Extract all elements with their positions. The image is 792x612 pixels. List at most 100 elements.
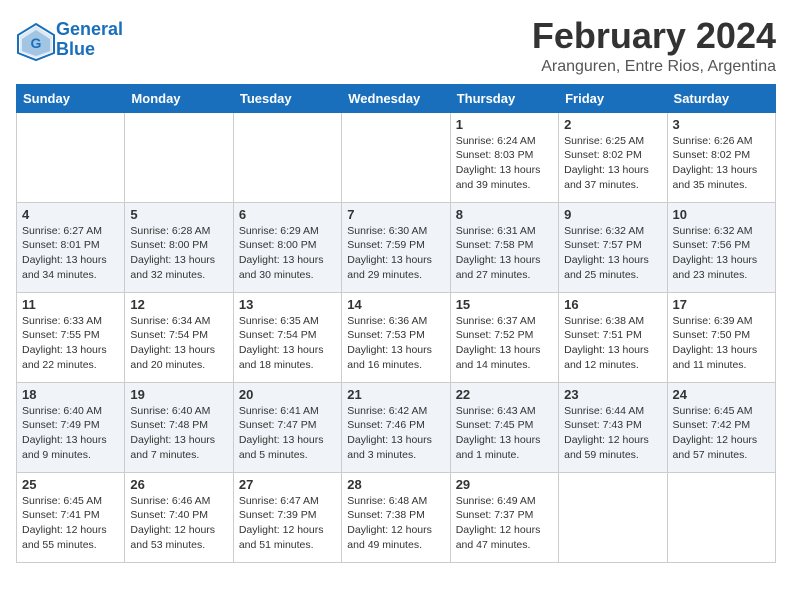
day-of-week-header: Thursday <box>450 84 558 112</box>
day-info: Sunrise: 6:45 AMSunset: 7:41 PMDaylight:… <box>22 494 119 553</box>
calendar-day-cell: 12 Sunrise: 6:34 AMSunset: 7:54 PMDayligh… <box>125 292 233 382</box>
day-number: 28 <box>347 477 444 492</box>
calendar-day-cell: 15 Sunrise: 6:37 AMSunset: 7:52 PMDayligh… <box>450 292 558 382</box>
day-number: 3 <box>673 117 770 132</box>
calendar-day-cell <box>559 472 667 562</box>
day-info: Sunrise: 6:32 AMSunset: 7:57 PMDaylight:… <box>564 224 661 283</box>
calendar-week-row: 4Sunrise: 6:27 AMSunset: 8:01 PMDaylight… <box>17 202 776 292</box>
calendar-day-cell: 14 Sunrise: 6:36 AMSunset: 7:53 PMDayligh… <box>342 292 450 382</box>
calendar-day-cell <box>17 112 125 202</box>
day-info: Sunrise: 6:48 AMSunset: 7:38 PMDaylight:… <box>347 494 444 553</box>
calendar-day-cell: 22 Sunrise: 6:43 AMSunset: 7:45 PMDayligh… <box>450 382 558 472</box>
day-number: 9 <box>564 207 661 222</box>
calendar-body: 1 Sunrise: 6:24 AMSunset: 8:03 PMDaylight… <box>17 112 776 562</box>
calendar-week-row: 25 Sunrise: 6:45 AMSunset: 7:41 PMDayligh… <box>17 472 776 562</box>
calendar-day-cell: 6 Sunrise: 6:29 AMSunset: 8:00 PMDaylight… <box>233 202 341 292</box>
day-info: Sunrise: 6:44 AMSunset: 7:43 PMDaylight:… <box>564 404 661 463</box>
calendar-day-cell: 19Sunrise: 6:40 AMSunset: 7:48 PMDayligh… <box>125 382 233 472</box>
calendar-day-cell: 23 Sunrise: 6:44 AMSunset: 7:43 PMDayligh… <box>559 382 667 472</box>
calendar-day-cell: 2Sunrise: 6:25 AMSunset: 8:02 PMDaylight… <box>559 112 667 202</box>
calendar-day-cell: 3 Sunrise: 6:26 AMSunset: 8:02 PMDaylight… <box>667 112 775 202</box>
day-info: Sunrise: 6:43 AMSunset: 7:45 PMDaylight:… <box>456 404 553 463</box>
day-info: Sunrise: 6:30 AMSunset: 7:59 PMDaylight:… <box>347 224 444 283</box>
day-number: 14 <box>347 297 444 312</box>
calendar-week-row: 11 Sunrise: 6:33 AMSunset: 7:55 PMDayligh… <box>17 292 776 382</box>
day-number: 12 <box>130 297 227 312</box>
day-info: Sunrise: 6:42 AMSunset: 7:46 PMDaylight:… <box>347 404 444 463</box>
day-number: 15 <box>456 297 553 312</box>
calendar-day-cell: 10 Sunrise: 6:32 AMSunset: 7:56 PMDayligh… <box>667 202 775 292</box>
day-number: 10 <box>673 207 770 222</box>
calendar-day-cell: 16Sunrise: 6:38 AMSunset: 7:51 PMDayligh… <box>559 292 667 382</box>
day-number: 5 <box>130 207 227 222</box>
day-info: Sunrise: 6:46 AMSunset: 7:40 PMDaylight:… <box>130 494 227 553</box>
calendar-day-cell <box>233 112 341 202</box>
calendar-day-cell <box>667 472 775 562</box>
calendar-day-cell: 13Sunrise: 6:35 AMSunset: 7:54 PMDayligh… <box>233 292 341 382</box>
day-number: 29 <box>456 477 553 492</box>
day-info: Sunrise: 6:33 AMSunset: 7:55 PMDaylight:… <box>22 314 119 373</box>
day-info: Sunrise: 6:37 AMSunset: 7:52 PMDaylight:… <box>456 314 553 373</box>
day-of-week-header: Tuesday <box>233 84 341 112</box>
day-number: 6 <box>239 207 336 222</box>
day-info: Sunrise: 6:26 AMSunset: 8:02 PMDaylight:… <box>673 134 770 193</box>
day-of-week-header: Sunday <box>17 84 125 112</box>
day-info: Sunrise: 6:34 AMSunset: 7:54 PMDaylight:… <box>130 314 227 373</box>
calendar-day-cell <box>125 112 233 202</box>
day-number: 24 <box>673 387 770 402</box>
day-number: 13 <box>239 297 336 312</box>
logo: G General Blue <box>16 20 123 60</box>
calendar-day-cell: 7 Sunrise: 6:30 AMSunset: 7:59 PMDaylight… <box>342 202 450 292</box>
month-title: February 2024 <box>532 16 776 56</box>
day-info: Sunrise: 6:32 AMSunset: 7:56 PMDaylight:… <box>673 224 770 283</box>
calendar-day-cell: 27Sunrise: 6:47 AMSunset: 7:39 PMDayligh… <box>233 472 341 562</box>
day-info: Sunrise: 6:49 AMSunset: 7:37 PMDaylight:… <box>456 494 553 553</box>
calendar-day-cell: 5Sunrise: 6:28 AMSunset: 8:00 PMDaylight… <box>125 202 233 292</box>
page-header: G General Blue February 2024 Aranguren, … <box>16 16 776 76</box>
day-number: 11 <box>22 297 119 312</box>
calendar-day-cell: 11 Sunrise: 6:33 AMSunset: 7:55 PMDayligh… <box>17 292 125 382</box>
day-info: Sunrise: 6:38 AMSunset: 7:51 PMDaylight:… <box>564 314 661 373</box>
day-number: 27 <box>239 477 336 492</box>
day-of-week-header: Wednesday <box>342 84 450 112</box>
day-number: 25 <box>22 477 119 492</box>
calendar-header-row: SundayMondayTuesdayWednesdayThursdayFrid… <box>17 84 776 112</box>
calendar-day-cell: 21 Sunrise: 6:42 AMSunset: 7:46 PMDayligh… <box>342 382 450 472</box>
day-number: 7 <box>347 207 444 222</box>
svg-text:G: G <box>31 35 42 51</box>
day-number: 8 <box>456 207 553 222</box>
calendar-day-cell: 18Sunrise: 6:40 AMSunset: 7:49 PMDayligh… <box>17 382 125 472</box>
day-info: Sunrise: 6:31 AMSunset: 7:58 PMDaylight:… <box>456 224 553 283</box>
title-block: February 2024 Aranguren, Entre Rios, Arg… <box>532 16 776 76</box>
day-number: 26 <box>130 477 227 492</box>
day-info: Sunrise: 6:39 AMSunset: 7:50 PMDaylight:… <box>673 314 770 373</box>
day-info: Sunrise: 6:24 AMSunset: 8:03 PMDaylight:… <box>456 134 553 193</box>
calendar-day-cell: 1 Sunrise: 6:24 AMSunset: 8:03 PMDaylight… <box>450 112 558 202</box>
calendar-day-cell: 25 Sunrise: 6:45 AMSunset: 7:41 PMDayligh… <box>17 472 125 562</box>
day-of-week-header: Saturday <box>667 84 775 112</box>
calendar-day-cell: 24 Sunrise: 6:45 AMSunset: 7:42 PMDayligh… <box>667 382 775 472</box>
calendar-day-cell: 9 Sunrise: 6:32 AMSunset: 7:57 PMDaylight… <box>559 202 667 292</box>
day-number: 22 <box>456 387 553 402</box>
day-number: 17 <box>673 297 770 312</box>
day-number: 4 <box>22 207 119 222</box>
day-number: 1 <box>456 117 553 132</box>
logo-line1: General <box>56 19 123 39</box>
day-info: Sunrise: 6:36 AMSunset: 7:53 PMDaylight:… <box>347 314 444 373</box>
day-info: Sunrise: 6:41 AMSunset: 7:47 PMDaylight:… <box>239 404 336 463</box>
calendar-day-cell: 28 Sunrise: 6:48 AMSunset: 7:38 PMDayligh… <box>342 472 450 562</box>
day-number: 20 <box>239 387 336 402</box>
day-number: 21 <box>347 387 444 402</box>
calendar-week-row: 1 Sunrise: 6:24 AMSunset: 8:03 PMDaylight… <box>17 112 776 202</box>
day-info: Sunrise: 6:45 AMSunset: 7:42 PMDaylight:… <box>673 404 770 463</box>
day-number: 19 <box>130 387 227 402</box>
calendar-table: SundayMondayTuesdayWednesdayThursdayFrid… <box>16 84 776 563</box>
day-info: Sunrise: 6:29 AMSunset: 8:00 PMDaylight:… <box>239 224 336 283</box>
day-of-week-header: Monday <box>125 84 233 112</box>
day-info: Sunrise: 6:25 AMSunset: 8:02 PMDaylight:… <box>564 134 661 193</box>
calendar-day-cell: 4Sunrise: 6:27 AMSunset: 8:01 PMDaylight… <box>17 202 125 292</box>
location-title: Aranguren, Entre Rios, Argentina <box>532 58 776 76</box>
day-number: 23 <box>564 387 661 402</box>
logo-icon: G <box>16 22 52 58</box>
logo-line2: Blue <box>56 39 95 59</box>
